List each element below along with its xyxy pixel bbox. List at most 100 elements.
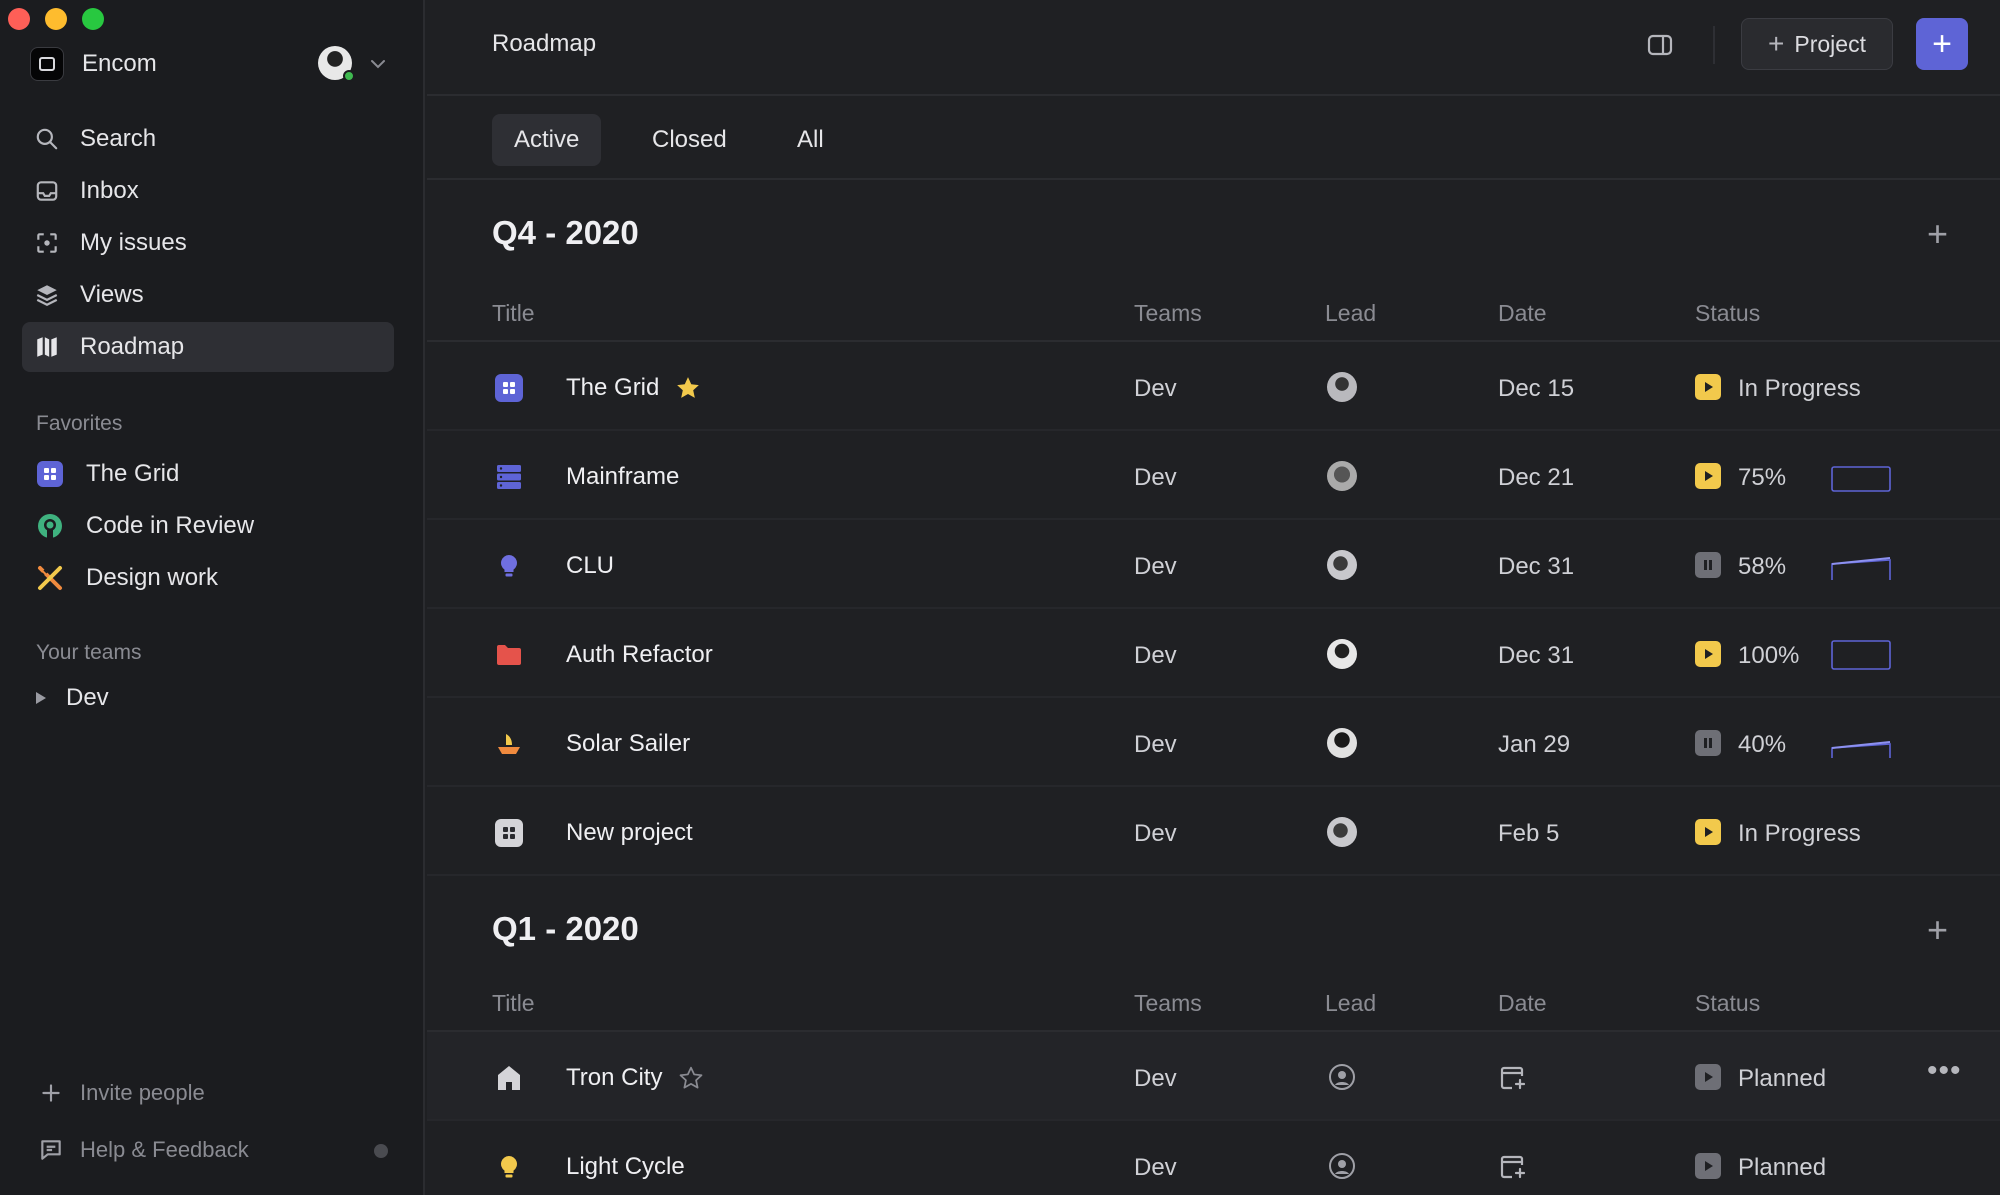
workspace-name: Encom xyxy=(82,50,157,77)
project-team: Dev xyxy=(1134,464,1177,491)
favorite-item-code-in-review[interactable]: Code in Review xyxy=(22,500,394,552)
no-lead-avatar-icon[interactable] xyxy=(1327,1062,1357,1092)
project-status[interactable]: 75% xyxy=(1738,464,1786,492)
table-row[interactable]: Light Cycle Dev Planned xyxy=(427,1121,2000,1195)
column-date[interactable]: Date xyxy=(1498,300,1547,327)
expand-caret-icon[interactable] xyxy=(36,692,46,704)
project-status[interactable]: 40% xyxy=(1738,731,1786,759)
sidebar-item-label: Inbox xyxy=(80,177,139,204)
project-title: CLU xyxy=(566,552,615,579)
no-lead-avatar-icon[interactable] xyxy=(1327,1151,1357,1181)
favorite-item-label: The Grid xyxy=(86,460,180,487)
team-item-dev[interactable]: Dev xyxy=(36,684,109,712)
help-feedback-button[interactable]: Help & Feedback xyxy=(38,1137,249,1163)
minimize-window-button[interactable] xyxy=(45,8,67,30)
favorite-item-design-work[interactable]: Design work xyxy=(22,552,394,604)
table-row[interactable]: Auth Refactor Dev Dec 31 100% xyxy=(427,609,2000,698)
toolbar-divider xyxy=(1713,26,1715,64)
project-status[interactable]: 100% xyxy=(1738,642,1799,670)
column-date[interactable]: Date xyxy=(1498,990,1547,1017)
team-label: Dev xyxy=(66,684,109,711)
sidebar-item-inbox[interactable]: Inbox xyxy=(22,166,394,216)
chat-bubble-icon xyxy=(41,1140,61,1160)
sidebar-item-views[interactable]: Views xyxy=(22,270,394,320)
project-date[interactable]: Jan 29 xyxy=(1498,731,1570,759)
project-status[interactable]: 58% xyxy=(1738,553,1786,581)
group-header: Q4 - 2020 + xyxy=(427,180,2000,288)
sidebar-item-roadmap[interactable]: Roadmap xyxy=(22,322,394,372)
table-row[interactable]: Solar Sailer Dev Jan 29 40% xyxy=(427,698,2000,787)
pause-status-icon xyxy=(1695,552,1721,578)
add-date-icon[interactable] xyxy=(1498,1062,1528,1092)
add-date-icon[interactable] xyxy=(1498,1151,1528,1181)
project-date[interactable]: Dec 31 xyxy=(1498,642,1574,670)
tab-active[interactable]: Active xyxy=(492,114,602,166)
lead-avatar[interactable] xyxy=(1327,728,1357,758)
project-status[interactable]: Planned xyxy=(1738,1065,1826,1093)
tab-closed[interactable]: Closed xyxy=(630,114,749,166)
sidebar-panel-toggle-icon[interactable] xyxy=(1645,30,1675,60)
main-content: Roadmap + Project + Active Closed All Q4… xyxy=(427,0,2000,1195)
project-team: Dev xyxy=(1134,1065,1177,1092)
star-outline-icon[interactable] xyxy=(678,1065,704,1091)
project-team: Dev xyxy=(1134,375,1177,402)
column-status[interactable]: Status xyxy=(1695,990,1760,1017)
lead-avatar[interactable] xyxy=(1327,372,1357,402)
column-lead[interactable]: Lead xyxy=(1325,990,1376,1017)
project-date[interactable]: Feb 5 xyxy=(1498,820,1559,848)
maximize-window-button[interactable] xyxy=(82,8,104,30)
project-status[interactable]: In Progress xyxy=(1738,820,1861,848)
workspace-switcher[interactable]: Encom xyxy=(30,44,390,84)
sidebar-item-label: My issues xyxy=(80,229,187,256)
column-lead[interactable]: Lead xyxy=(1325,300,1376,327)
sidebar-item-label: Roadmap xyxy=(80,333,185,360)
project-team: Dev xyxy=(1134,820,1177,847)
project-team: Dev xyxy=(1134,642,1177,669)
column-title[interactable]: Title xyxy=(492,300,535,327)
lead-avatar[interactable] xyxy=(1327,461,1357,491)
column-title[interactable]: Title xyxy=(492,990,535,1017)
progress-sparkline xyxy=(1831,557,1891,580)
column-teams[interactable]: Teams xyxy=(1134,990,1202,1017)
star-filled-icon[interactable] xyxy=(675,375,701,401)
planned-status-icon xyxy=(1695,1153,1721,1179)
project-team: Dev xyxy=(1134,731,1177,758)
sidebar-item-search[interactable]: Search xyxy=(22,114,394,164)
project-date[interactable]: Dec 31 xyxy=(1498,553,1574,581)
favorite-item-the-grid[interactable]: The Grid xyxy=(22,448,394,500)
close-window-button[interactable] xyxy=(8,8,30,30)
grid-project-icon xyxy=(37,461,63,487)
more-options-button[interactable]: ••• xyxy=(1927,1054,1962,1088)
add-project-to-group-button[interactable]: + xyxy=(1927,216,1948,252)
play-status-icon xyxy=(1695,819,1721,845)
window-controls xyxy=(8,8,104,30)
lead-avatar[interactable] xyxy=(1327,817,1357,847)
project-date[interactable]: Dec 15 xyxy=(1498,375,1574,403)
table-row[interactable]: Tron City Dev Planned ••• xyxy=(427,1032,2000,1121)
project-date[interactable]: Dec 21 xyxy=(1498,464,1574,492)
folder-icon xyxy=(497,645,521,665)
add-button[interactable]: + xyxy=(1916,18,1968,70)
new-project-label: Project xyxy=(1794,30,1866,57)
chevron-down-icon[interactable] xyxy=(366,52,390,76)
user-avatar[interactable] xyxy=(318,46,355,82)
project-status[interactable]: Planned xyxy=(1738,1154,1826,1182)
map-icon xyxy=(37,337,57,357)
project-title: Solar Sailer xyxy=(566,730,691,757)
column-teams[interactable]: Teams xyxy=(1134,300,1202,327)
lead-avatar[interactable] xyxy=(1327,550,1357,580)
lead-avatar[interactable] xyxy=(1327,639,1357,669)
table-row[interactable]: The Grid Dev Dec 15 In Progress xyxy=(427,342,2000,431)
sidebar-item-my-issues[interactable]: My issues xyxy=(22,218,394,268)
table-row[interactable]: Mainframe Dev Dec 21 75% xyxy=(427,431,2000,520)
invite-people-button[interactable]: Invite people xyxy=(38,1080,205,1106)
table-row[interactable]: New project Dev Feb 5 In Progress xyxy=(427,787,2000,876)
column-status[interactable]: Status xyxy=(1695,300,1760,327)
add-project-to-group-button[interactable]: + xyxy=(1927,912,1948,948)
project-title: Auth Refactor xyxy=(566,641,713,668)
tab-all[interactable]: All xyxy=(775,114,846,166)
project-status[interactable]: In Progress xyxy=(1738,375,1861,403)
table-row[interactable]: CLU Dev Dec 31 58% xyxy=(427,520,2000,609)
sidebar: Encom Search Inbox My issues Views Roadm… xyxy=(0,0,425,1195)
new-project-button[interactable]: + Project xyxy=(1741,18,1893,70)
